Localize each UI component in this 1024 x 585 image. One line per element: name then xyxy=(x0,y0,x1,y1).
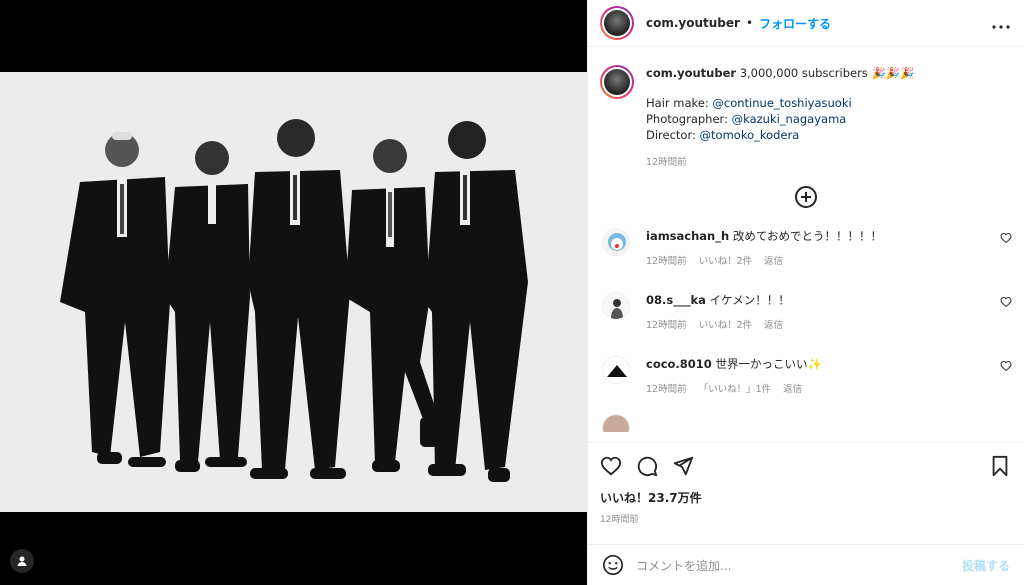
credit-photographer: Photographer: @kazuki_nagayama xyxy=(646,112,847,126)
heart-icon[interactable] xyxy=(1000,232,1012,244)
author-username[interactable]: com.youtuber xyxy=(646,16,740,30)
caption-username[interactable]: com.youtuber xyxy=(646,66,736,80)
more-options-icon[interactable] xyxy=(992,14,1010,33)
comment-input[interactable]: コメントを追加... xyxy=(636,557,962,574)
comment-time: 12時間前 xyxy=(646,320,687,331)
credit-photographer-link[interactable]: @kazuki_nagayama xyxy=(732,112,847,126)
comment-text: 改めておめでとう！！！！！ xyxy=(732,229,882,243)
credit-hair: Hair make: @continue_toshiyasuoki xyxy=(646,96,852,110)
post-time: 12時間前 xyxy=(600,515,639,525)
like-count[interactable]: いいね！23.7万件 xyxy=(600,489,1010,506)
caption-text: 3,000,000 subscribers xyxy=(739,66,868,80)
post-actions: いいね！23.7万件 12時間前 xyxy=(588,442,1024,542)
post-caption: com.youtuber 3,000,000 subscribers 🎉🎉🎉 H… xyxy=(588,47,1024,171)
share-send-icon[interactable] xyxy=(672,455,694,477)
comments-scroll-area[interactable]: com.youtuber 3,000,000 subscribers 🎉🎉🎉 H… xyxy=(588,47,1024,442)
comment-reply[interactable]: 返信 xyxy=(764,320,783,331)
post-detail-panel: com.youtuber • フォローする com.youtuber 3,000… xyxy=(587,0,1024,585)
user-tag-button[interactable] xyxy=(10,549,34,573)
heart-icon[interactable] xyxy=(1000,296,1012,308)
emoji-icon[interactable] xyxy=(602,554,624,576)
credit-director-link[interactable]: @tomoko_kodera xyxy=(700,128,800,142)
comment-item: iamsachan_h 改めておめでとう！！！！！ 12時間前 いいね！2件 返信 xyxy=(588,228,1024,270)
comment-likes[interactable]: 「いいね！」1件 xyxy=(699,384,772,395)
comment-time: 12時間前 xyxy=(646,256,687,267)
comment-avatar[interactable] xyxy=(602,356,630,384)
follow-button[interactable]: フォローする xyxy=(759,15,831,32)
bookmark-icon[interactable] xyxy=(990,455,1010,477)
caption-emoji: 🎉🎉🎉 xyxy=(871,66,915,80)
comment-reply[interactable]: 返信 xyxy=(764,256,783,267)
comment-avatar[interactable] xyxy=(602,228,630,256)
comment-username[interactable]: 08.s___ka xyxy=(646,293,706,307)
comment-text: 世界一かっこいい✨ xyxy=(715,357,822,371)
comment-username[interactable]: coco.8010 xyxy=(646,357,712,371)
add-comment-bar: コメントを追加... 投稿する xyxy=(588,544,1024,585)
post-comment-button[interactable]: 投稿する xyxy=(962,557,1010,574)
like-heart-icon[interactable] xyxy=(600,455,622,477)
scroll-fade xyxy=(588,432,1024,442)
comment-item: coco.8010 世界一かっこいい✨ 12時間前 「いいね！」1件 返信 xyxy=(588,356,1024,398)
post-media[interactable] xyxy=(0,0,587,585)
credit-director: Director: @tomoko_kodera xyxy=(646,128,800,142)
plus-circle-icon[interactable] xyxy=(795,186,817,208)
comment-item: 08.s___ka イケメン！！！ 12時間前 いいね！2件 返信 xyxy=(588,292,1024,334)
comment-avatar[interactable] xyxy=(602,292,630,320)
header-separator: • xyxy=(745,16,754,30)
comment-bubble-icon[interactable] xyxy=(636,455,658,477)
comment-time: 12時間前 xyxy=(646,384,687,395)
comment-reply[interactable]: 返信 xyxy=(783,384,802,395)
comment-likes[interactable]: いいね！2件 xyxy=(699,256,753,267)
post-photo xyxy=(0,72,587,512)
caption-time: 12時間前 xyxy=(646,157,687,168)
caption-avatar[interactable] xyxy=(600,65,634,99)
post-header: com.youtuber • フォローする xyxy=(588,0,1024,47)
heart-icon[interactable] xyxy=(1000,360,1012,372)
author-avatar[interactable] xyxy=(600,6,634,40)
comment-likes[interactable]: いいね！2件 xyxy=(699,320,753,331)
comment-text: イケメン！！！ xyxy=(709,293,790,307)
load-more-comments[interactable] xyxy=(588,186,1024,208)
comment-username[interactable]: iamsachan_h xyxy=(646,229,729,243)
credit-hair-link[interactable]: @continue_toshiyasuoki xyxy=(712,96,851,110)
person-icon xyxy=(17,556,27,566)
